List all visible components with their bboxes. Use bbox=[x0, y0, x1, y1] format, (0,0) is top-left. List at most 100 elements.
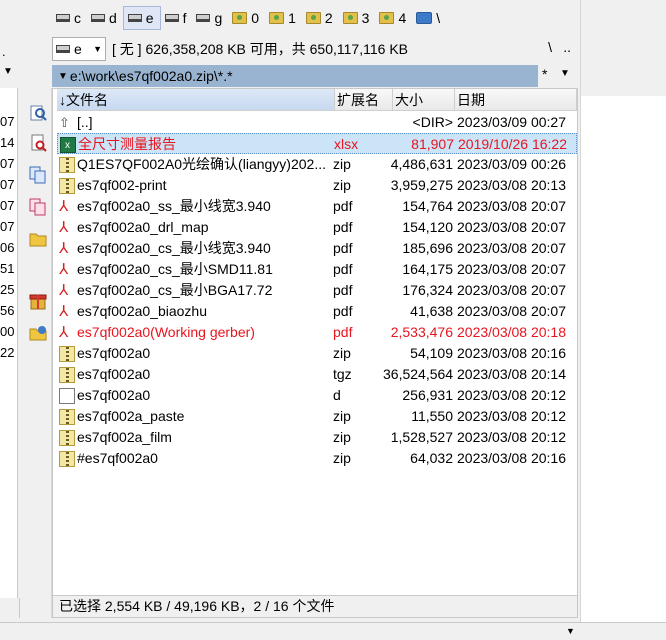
file-row[interactable]: es7qf002a0 tgz 36,524,564 2023/03/08 20:14 bbox=[57, 364, 577, 385]
chevron-down-icon: ▼ bbox=[93, 44, 102, 54]
left-history-arrow[interactable]: ▼ bbox=[3, 66, 13, 77]
file-row[interactable]: es7qf002a_film zip 1,528,527 2023/03/08 20:… bbox=[57, 427, 577, 448]
file-list-panel[interactable]: ↓文件名 扩展名 大小 日期 ⇧ [..] <DIR> 2023/03/09 00:2… bbox=[52, 88, 578, 596]
hard-drive-icon bbox=[56, 45, 70, 53]
file-size: <DIR> bbox=[412, 114, 453, 130]
file-row[interactable]: es7qf002-print zip 3,959,275 2023/03/08 20:… bbox=[57, 175, 577, 196]
file-ext: pdf bbox=[333, 303, 353, 319]
command-history-arrow[interactable]: ▼ bbox=[566, 626, 575, 636]
file-row[interactable]: ⅄ es7qf002a0_cs_最小BGA17.72 pdf 176,324 2023/… bbox=[57, 280, 577, 301]
drive-button-1[interactable]: 1 bbox=[265, 6, 302, 30]
column-header-date[interactable]: 日期 bbox=[455, 89, 577, 111]
file-ext: zip bbox=[333, 450, 351, 466]
file-name: es7qf002a_film bbox=[77, 429, 172, 445]
pack-files-icon[interactable] bbox=[27, 290, 49, 312]
pdf-file-icon: ⅄ bbox=[59, 240, 69, 257]
file-row[interactable]: ⅄ es7qf002a0_drl_map pdf 154,120 2023/03/08 … bbox=[57, 217, 577, 238]
file-row[interactable]: es7qf002a0 d 256,931 2023/03/08 20:12 bbox=[57, 385, 577, 406]
file-name: es7qf002a0_ss_最小线宽3.940 bbox=[77, 198, 271, 214]
file-row[interactable]: ⇧ [..] <DIR> 2023/03/09 00:27 bbox=[57, 112, 577, 133]
current-path-bar[interactable]: ▼ e:\work\es7qf002a0.zip\*.* bbox=[52, 65, 538, 87]
file-size: 4,486,631 bbox=[390, 156, 453, 172]
file-size: 41,638 bbox=[410, 303, 453, 319]
compare-files-icon[interactable] bbox=[27, 196, 49, 218]
left-row-fragment: 25 bbox=[0, 282, 15, 297]
file-name: es7qf002a0_drl_map bbox=[77, 219, 209, 235]
file-row[interactable]: 全尺寸测量报告 xlsx 81,9072019/10/26 16:22 bbox=[57, 133, 577, 156]
hard-drive-icon bbox=[196, 14, 211, 22]
drive-button-2[interactable]: 2 bbox=[302, 6, 339, 30]
column-header-ext[interactable]: 扩展名 bbox=[335, 89, 393, 111]
file-size: 64,032 bbox=[410, 450, 453, 466]
drive-select[interactable]: e ▼ bbox=[52, 37, 106, 61]
history-dropdown-button[interactable]: ▼ bbox=[560, 68, 570, 79]
file-date: 2023/03/08 20:07 bbox=[457, 198, 566, 214]
file-row[interactable]: ⅄ es7qf002a0_ss_最小线宽3.940 pdf 154,764 2023/0… bbox=[57, 196, 577, 217]
archive-file-icon bbox=[59, 409, 75, 425]
left-row-fragment: 07 bbox=[0, 156, 15, 171]
view-file-icon[interactable] bbox=[27, 132, 49, 154]
drive-button-4[interactable]: 4 bbox=[375, 6, 412, 30]
left-row-fragment: 07 bbox=[0, 114, 15, 129]
file-name: es7qf002a0_biaozhu bbox=[77, 303, 208, 319]
file-ext: zip bbox=[333, 177, 351, 193]
drive-button-network[interactable]: \ bbox=[412, 6, 446, 30]
drive-button-g[interactable]: g bbox=[192, 6, 228, 30]
file-row[interactable]: es7qf002a_paste zip 11,550 2023/03/08 20:12 bbox=[57, 406, 577, 427]
file-ext: pdf bbox=[333, 240, 353, 256]
pdf-file-icon: ⅄ bbox=[59, 261, 69, 278]
file-size: 154,764 bbox=[402, 198, 453, 214]
file-name: es7qf002a0 bbox=[77, 387, 151, 403]
file-size: 185,696 bbox=[402, 240, 453, 256]
copy-files-icon[interactable] bbox=[27, 164, 49, 186]
file-row[interactable]: ⅄ es7qf002a0_biaozhu pdf 41,638 2023/03/08 2… bbox=[57, 301, 577, 322]
drive-button-c[interactable]: c bbox=[52, 6, 87, 30]
file-row[interactable]: es7qf002a0 zip 54,109 2023/03/08 20:16 bbox=[57, 343, 577, 364]
column-header-row: ↓文件名 扩展名 大小 日期 bbox=[57, 89, 577, 111]
column-header-name[interactable]: ↓文件名 bbox=[57, 89, 335, 111]
root-dir-button[interactable]: \ bbox=[548, 39, 552, 55]
file-name: es7qf002a0 bbox=[77, 345, 151, 361]
file-date: 2023/03/08 20:18 bbox=[457, 324, 566, 340]
left-row-fragment: 56 bbox=[0, 303, 15, 318]
drive-button-e[interactable]: e bbox=[122, 6, 161, 30]
find-files-icon[interactable] bbox=[27, 102, 49, 124]
drive-button-3[interactable]: 3 bbox=[339, 6, 376, 30]
column-header-size[interactable]: 大小 bbox=[393, 89, 455, 111]
file-row[interactable]: ⅄ es7qf002a0_cs_最小线宽3.940 pdf 185,696 2023/0… bbox=[57, 238, 577, 259]
pdf-file-icon: ⅄ bbox=[59, 324, 69, 341]
drive-letter: g bbox=[214, 10, 223, 26]
vertical-toolbar bbox=[22, 88, 52, 618]
file-row[interactable]: Q1ES7QF002A0光绘确认(liangyy)202... zip 4,486,… bbox=[57, 154, 577, 175]
drive-button-f[interactable]: f bbox=[161, 6, 193, 30]
file-ext: pdf bbox=[333, 282, 353, 298]
right-panel-edge[interactable] bbox=[580, 96, 666, 626]
parent-dir-button[interactable]: .. bbox=[563, 39, 571, 55]
drive-button-d[interactable]: d bbox=[87, 6, 123, 30]
file-row[interactable]: ⅄ es7qf002a0(Working gerber) pdf 2,533,476 2… bbox=[57, 322, 577, 343]
file-ext: pdf bbox=[333, 261, 353, 277]
favorites-button[interactable]: * bbox=[542, 66, 547, 82]
hard-drive-icon bbox=[91, 14, 105, 22]
archive-file-icon bbox=[59, 367, 75, 383]
file-name: 全尺寸测量报告 bbox=[78, 136, 176, 152]
path-menu-icon[interactable]: ▼ bbox=[58, 71, 68, 82]
file-date: 2023/03/08 20:07 bbox=[457, 303, 566, 319]
file-ext: zip bbox=[333, 429, 351, 445]
excel-file-icon bbox=[60, 135, 76, 156]
file-row[interactable]: ⅄ es7qf002a0_cs_最小SMD11.81 pdf 164,175 2023/… bbox=[57, 259, 577, 280]
archive-file-icon bbox=[59, 430, 75, 446]
file-row[interactable]: #es7qf002a0 zip 64,032 2023/03/08 20:16 bbox=[57, 448, 577, 469]
generic-file-icon bbox=[59, 388, 75, 404]
new-folder-icon[interactable] bbox=[27, 228, 49, 250]
drive-button-0[interactable]: 0 bbox=[228, 6, 265, 30]
file-name: es7qf002a0_cs_最小BGA17.72 bbox=[77, 282, 273, 298]
drive-letter: 2 bbox=[324, 10, 333, 26]
drive-letter: \ bbox=[436, 10, 441, 26]
unpack-files-icon[interactable] bbox=[27, 322, 49, 344]
left-file-list[interactable]: 07 14 07 07 07 07 06 51 25 56 00 22 bbox=[0, 88, 18, 598]
file-date: 2023/03/08 20:16 bbox=[457, 450, 566, 466]
file-date: 2023/03/08 20:12 bbox=[457, 429, 566, 445]
file-date: 2023/03/08 20:07 bbox=[457, 219, 566, 235]
file-date: 2023/03/09 00:27 bbox=[457, 114, 566, 130]
